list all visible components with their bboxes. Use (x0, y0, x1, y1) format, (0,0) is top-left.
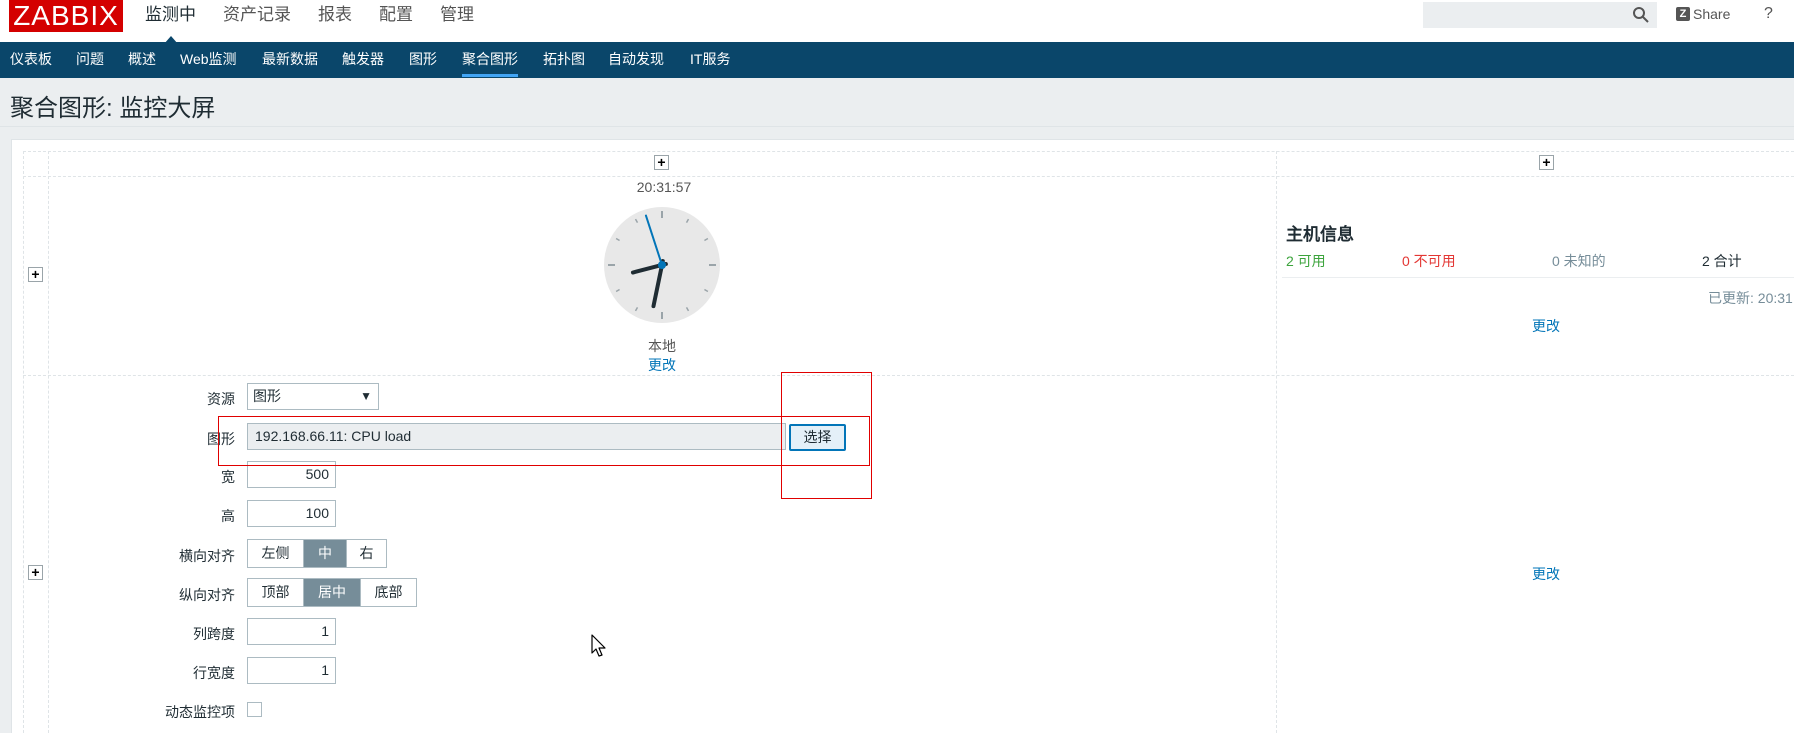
colspan-input[interactable]: 1 (247, 618, 336, 645)
halign-center-option[interactable]: 中 (304, 540, 347, 567)
height-label: 高 (221, 508, 235, 524)
share-button[interactable]: Z Share (1676, 6, 1730, 22)
share-z-icon: Z (1676, 7, 1690, 21)
submenu-web[interactable]: Web监测 (180, 42, 237, 78)
grid-line (23, 151, 24, 733)
submenu-maps[interactable]: 拓扑图 (543, 42, 585, 78)
submenu-overview[interactable]: 概述 (128, 42, 156, 78)
rowspan-input[interactable]: 1 (247, 657, 336, 684)
submenu-graphs[interactable]: 图形 (409, 42, 437, 78)
add-column-button[interactable]: + (654, 155, 669, 170)
valign-segmented: 顶部 居中 底部 (247, 578, 417, 607)
zabbix-logo[interactable]: ZABBIX (9, 0, 123, 32)
sub-menu: 仪表板 问题 概述 Web监测 最新数据 触发器 图形 聚合图形 拓扑图 自动发… (0, 42, 1794, 78)
menu-administration[interactable]: 管理 (440, 0, 474, 32)
analog-clock (604, 207, 720, 323)
rowspan-label: 行宽度 (193, 665, 235, 681)
submenu-latest-data[interactable]: 最新数据 (262, 42, 318, 78)
halign-label: 横向对齐 (179, 548, 235, 564)
search-input[interactable] (1423, 2, 1657, 28)
host-unavailable-count: 0 不可用 (1402, 253, 1456, 269)
clock-time: 20:31:57 (636, 179, 692, 195)
resource-select-value: 图形 (253, 388, 281, 404)
submenu-screens[interactable]: 聚合图形 (462, 42, 518, 78)
main-menu: 监测中 资产记录 报表 配置 管理 (145, 0, 501, 44)
grid-line (23, 151, 1794, 152)
zabbix-window: ZABBIX 监测中 资产记录 报表 配置 管理 Z Share ? 仪表板 问… (0, 0, 1794, 733)
mouse-cursor-icon (591, 634, 606, 657)
help-icon[interactable]: ? (1764, 5, 1773, 23)
graph-label: 图形 (207, 431, 235, 447)
resource-label: 资源 (207, 391, 235, 407)
add-column-button[interactable]: + (1539, 155, 1554, 170)
grid-line (23, 375, 1794, 376)
host-info-divider (1282, 277, 1794, 278)
submenu-problems[interactable]: 问题 (76, 42, 104, 78)
submenu-triggers[interactable]: 触发器 (342, 42, 384, 78)
colspan-label: 列跨度 (193, 626, 235, 642)
width-label: 宽 (221, 469, 235, 485)
valign-middle-option[interactable]: 居中 (304, 579, 361, 606)
halign-left-option[interactable]: 左侧 (248, 540, 304, 567)
clock-center (658, 261, 666, 269)
host-total-count: 2 合计 (1702, 253, 1742, 269)
halign-right-option[interactable]: 右 (347, 540, 386, 567)
valign-top-option[interactable]: 顶部 (248, 579, 304, 606)
valign-bottom-option[interactable]: 底部 (361, 579, 416, 606)
top-header: ZABBIX 监测中 资产记录 报表 配置 管理 Z Share ? (0, 0, 1794, 44)
grid-line (23, 176, 1794, 177)
grid-line (48, 151, 49, 733)
menu-inventory[interactable]: 资产记录 (223, 0, 291, 32)
cell-change-link[interactable]: 更改 (1532, 564, 1560, 584)
clock-change-link[interactable]: 更改 (644, 355, 680, 375)
submenu-discovery[interactable]: 自动发现 (608, 42, 664, 78)
valign-label: 纵向对齐 (179, 587, 235, 603)
annotation-box (781, 372, 872, 499)
add-row-button[interactable]: + (28, 565, 43, 580)
host-available-count: 2 可用 (1286, 253, 1326, 269)
chevron-down-icon: ▼ (360, 389, 372, 403)
page-title: 聚合图形: 监控大屏 (10, 95, 216, 122)
menu-reports[interactable]: 报表 (318, 0, 352, 32)
add-row-button[interactable]: + (28, 267, 43, 282)
submenu-it-services[interactable]: IT服务 (690, 42, 730, 78)
host-unknown-count: 0 未知的 (1552, 253, 1606, 269)
dynamic-item-checkbox[interactable] (247, 702, 262, 717)
host-info-title: 主机信息 (1286, 225, 1354, 244)
grid-line (1276, 151, 1277, 733)
annotation-box (218, 416, 870, 466)
resource-select[interactable]: 图形 ▼ (247, 383, 379, 410)
halign-segmented: 左侧 中 右 (247, 539, 387, 568)
dynamic-item-label: 动态监控项 (165, 704, 235, 720)
height-input[interactable]: 100 (247, 500, 336, 527)
menu-configuration[interactable]: 配置 (379, 0, 413, 32)
search-icon[interactable] (1632, 6, 1650, 24)
title-divider (0, 126, 1794, 127)
clock-timezone-label: 本地 (648, 338, 676, 354)
submenu-dashboard[interactable]: 仪表板 (10, 42, 52, 78)
host-info-change-link[interactable]: 更改 (1532, 316, 1560, 336)
host-info-updated: 已更新: 20:31 (1708, 290, 1793, 306)
share-label: Share (1693, 6, 1731, 22)
menu-monitoring[interactable]: 监测中 (145, 0, 196, 44)
